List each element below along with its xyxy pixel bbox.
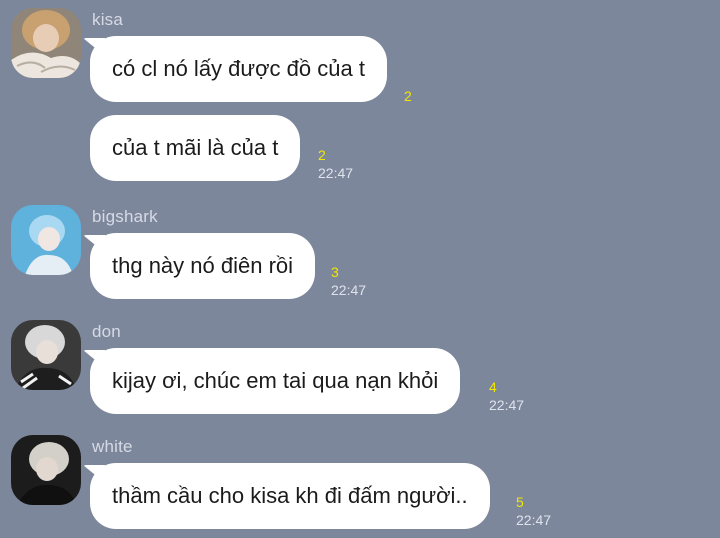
- read-count: 4: [489, 379, 497, 395]
- sender-name: bigshark: [92, 207, 158, 226]
- avatar-bigshark-icon[interactable]: [11, 205, 81, 275]
- read-count: 5: [516, 494, 524, 510]
- message-bubble[interactable]: của t mãi là của t: [90, 115, 301, 181]
- message-bubble[interactable]: kijay ơi, chúc em tai qua nạn khỏi: [90, 348, 461, 414]
- avatar-don-icon[interactable]: [11, 320, 81, 390]
- sender-name: kisa: [92, 10, 124, 29]
- message-bubble[interactable]: thầm cầu cho kisa kh đi đấm người..: [90, 463, 490, 529]
- timestamp: 22:47: [516, 512, 552, 528]
- avatar-kisa-icon[interactable]: [11, 8, 81, 78]
- timestamp: 22:47: [489, 397, 525, 413]
- read-count: 2: [318, 147, 326, 163]
- timestamp: 22:47: [331, 282, 367, 298]
- sender-name: don: [92, 322, 121, 341]
- read-count: 3: [331, 264, 339, 280]
- message-bubble[interactable]: có cl nó lấy được đồ của t: [90, 36, 387, 102]
- message-bubble[interactable]: thg này nó điên rồi: [90, 233, 316, 299]
- timestamp: 22:47: [318, 165, 354, 181]
- sender-name: white: [92, 437, 133, 456]
- read-count: 2: [404, 88, 412, 104]
- avatar-white-icon[interactable]: [11, 435, 81, 505]
